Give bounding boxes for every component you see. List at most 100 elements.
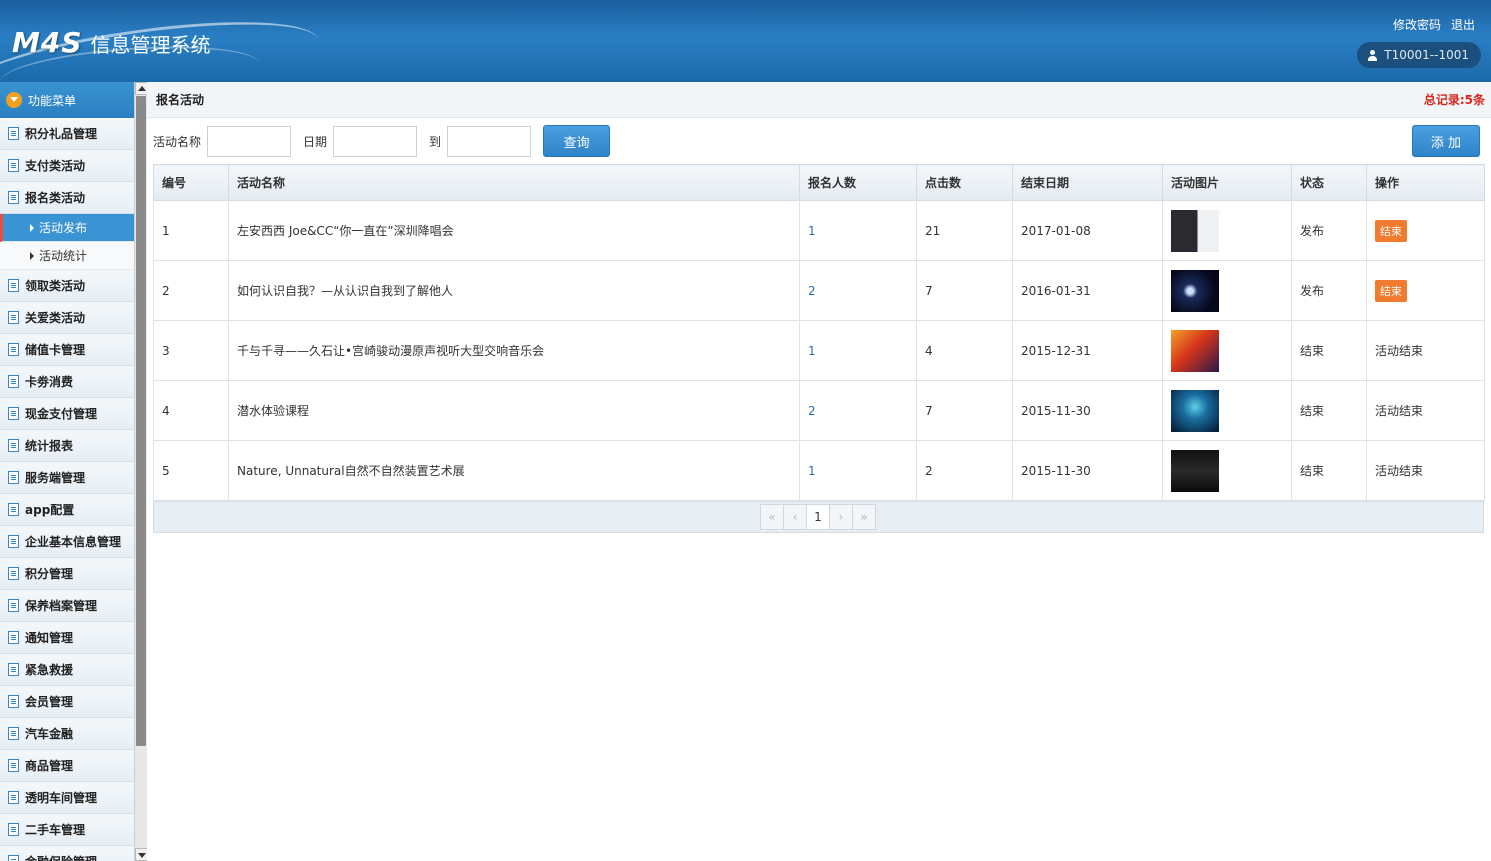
- end-activity-button[interactable]: 结束: [1375, 219, 1407, 242]
- document-icon: [8, 631, 19, 644]
- document-icon: [8, 407, 19, 420]
- sidebar-header[interactable]: 功能菜单: [0, 82, 134, 118]
- document-icon: [8, 503, 19, 516]
- document-icon: [8, 439, 19, 452]
- date-to-input[interactable]: [447, 125, 532, 157]
- cell-signups-link[interactable]: 1: [799, 200, 917, 261]
- sidebar-item[interactable]: 透明车间管理: [0, 782, 134, 814]
- column-header[interactable]: 点击数: [916, 164, 1013, 201]
- document-icon: [8, 663, 19, 676]
- top-links: 修改密码 退出: [1393, 16, 1475, 33]
- activity-thumbnail[interactable]: [1171, 389, 1219, 432]
- current-page-button[interactable]: 1: [806, 504, 830, 530]
- sidebar-item[interactable]: 积分管理: [0, 558, 134, 590]
- query-button[interactable]: 查询: [543, 125, 611, 157]
- sidebar-item-label: 透明车间管理: [25, 791, 98, 805]
- cell-action: 结束: [1366, 200, 1485, 261]
- sidebar-item[interactable]: 二手车管理: [0, 814, 134, 846]
- app-header: M4S 信息管理系统 修改密码 退出 T10001--1001: [0, 0, 1491, 82]
- column-header[interactable]: 编号: [153, 164, 229, 201]
- activity-thumbnail[interactable]: [1171, 269, 1219, 312]
- sidebar-item-label: 积分礼品管理: [25, 127, 98, 141]
- activity-name-input[interactable]: [207, 125, 292, 157]
- cell-signups-link[interactable]: 1: [799, 440, 917, 501]
- sidebar-item[interactable]: 统计报表: [0, 430, 134, 462]
- end-activity-button[interactable]: 结束: [1375, 279, 1407, 302]
- cell-clicks: 2: [916, 440, 1013, 501]
- column-header[interactable]: 操作: [1366, 164, 1485, 201]
- cell-signups-link[interactable]: 2: [799, 380, 917, 441]
- document-icon: [8, 823, 19, 836]
- total-records: 总记录:5条: [1423, 93, 1485, 107]
- column-header[interactable]: 状态: [1291, 164, 1367, 201]
- sidebar-item[interactable]: 现金支付管理: [0, 398, 134, 430]
- logout-link[interactable]: 退出: [1451, 16, 1475, 33]
- last-page-button[interactable]: »: [852, 504, 876, 530]
- sidebar-item[interactable]: app配置: [0, 494, 134, 526]
- table-row: 4 潜水体验课程 2 7 2015-11-30 结束 活动结束: [153, 380, 1485, 441]
- sidebar-item[interactable]: 卡劵消费: [0, 366, 134, 398]
- sidebar-item-points-gifts[interactable]: 积分礼品管理: [0, 118, 134, 150]
- column-header[interactable]: 活动图片: [1162, 164, 1292, 201]
- activity-thumbnail[interactable]: [1171, 329, 1219, 372]
- prev-page-button[interactable]: ‹: [783, 504, 807, 530]
- scrollbar-thumb[interactable]: [136, 96, 146, 746]
- next-page-button[interactable]: ›: [829, 504, 853, 530]
- sidebar-item[interactable]: 企业基本信息管理: [0, 526, 134, 558]
- activity-thumbnail[interactable]: [1171, 449, 1219, 492]
- column-header[interactable]: 报名人数: [799, 164, 917, 201]
- cell-activity-image: [1162, 260, 1292, 321]
- cell-status: 发布: [1291, 260, 1367, 321]
- sidebar-item-label: 积分管理: [25, 567, 74, 581]
- activity-name-label: 活动名称: [153, 134, 202, 149]
- sidebar-item[interactable]: 通知管理: [0, 622, 134, 654]
- sidebar-item-label: 领取类活动: [25, 279, 86, 293]
- sidebar-item[interactable]: 储值卡管理: [0, 334, 134, 366]
- document-icon: [8, 855, 19, 861]
- first-page-button[interactable]: «: [760, 504, 784, 530]
- sidebar-item-label: app配置: [25, 503, 75, 517]
- activity-thumbnail[interactable]: [1171, 209, 1219, 252]
- sidebar-item-label: 金融保险管理: [25, 853, 97, 861]
- column-header[interactable]: 结束日期: [1012, 164, 1163, 201]
- cell-signups-link[interactable]: 2: [799, 260, 917, 321]
- sidebar-item-label: 统计报表: [25, 439, 74, 453]
- document-icon: [8, 343, 19, 356]
- user-badge[interactable]: T10001--1001: [1357, 42, 1481, 68]
- sidebar-item[interactable]: 关爱类活动: [0, 302, 134, 334]
- change-password-link[interactable]: 修改密码: [1393, 16, 1441, 33]
- document-icon: [8, 159, 19, 172]
- cell-id: 5: [153, 440, 229, 501]
- logo-mark: M4S: [12, 26, 83, 59]
- app-title: 信息管理系统: [90, 33, 211, 57]
- date-from-input[interactable]: [333, 125, 418, 157]
- cell-end-date: 2016-01-31: [1012, 260, 1163, 321]
- sidebar-item[interactable]: 领取类活动: [0, 270, 134, 302]
- sidebar-item[interactable]: 汽车金融: [0, 718, 134, 750]
- activity-table: 编号 活动名称 报名人数 点击数 结束日期 活动图片 状态 操作 1 左安西西 J…: [153, 164, 1485, 501]
- sidebar-item[interactable]: 会员管理: [0, 686, 134, 718]
- page-title: 报名活动: [156, 93, 205, 107]
- sidebar-scrollbar[interactable]: [134, 82, 148, 861]
- cell-end-date: 2015-12-31: [1012, 320, 1163, 381]
- sidebar-item[interactable]: 保养档案管理: [0, 590, 134, 622]
- sidebar-subitem-publish[interactable]: 活动发布: [0, 214, 134, 242]
- add-button[interactable]: 添 加: [1412, 125, 1480, 157]
- sidebar-item[interactable]: 金融保险管理: [0, 846, 134, 861]
- user-id: T10001--1001: [1384, 48, 1469, 62]
- sidebar-subitem-statistics[interactable]: 活动统计: [0, 242, 134, 270]
- sidebar-item-signup-activities[interactable]: 报名类活动: [0, 182, 134, 214]
- document-icon: [8, 599, 19, 612]
- cell-clicks: 7: [916, 260, 1013, 321]
- cell-signups-link[interactable]: 1: [799, 320, 917, 381]
- sidebar-item[interactable]: 紧急救援: [0, 654, 134, 686]
- sidebar-item-label: 会员管理: [25, 695, 74, 709]
- sidebar-item-label: 报名类活动: [25, 191, 86, 205]
- column-header[interactable]: 活动名称: [228, 164, 800, 201]
- chevron-down-icon: [6, 92, 22, 108]
- sidebar-item-payment-activities[interactable]: 支付类活动: [0, 150, 134, 182]
- sidebar: 功能菜单 积分礼品管理 支付类活动 报名类活动 活动发布 活动统计 领取类活动关…: [0, 82, 134, 861]
- document-icon: [8, 567, 19, 580]
- sidebar-item[interactable]: 商品管理: [0, 750, 134, 782]
- sidebar-item[interactable]: 服务端管理: [0, 462, 134, 494]
